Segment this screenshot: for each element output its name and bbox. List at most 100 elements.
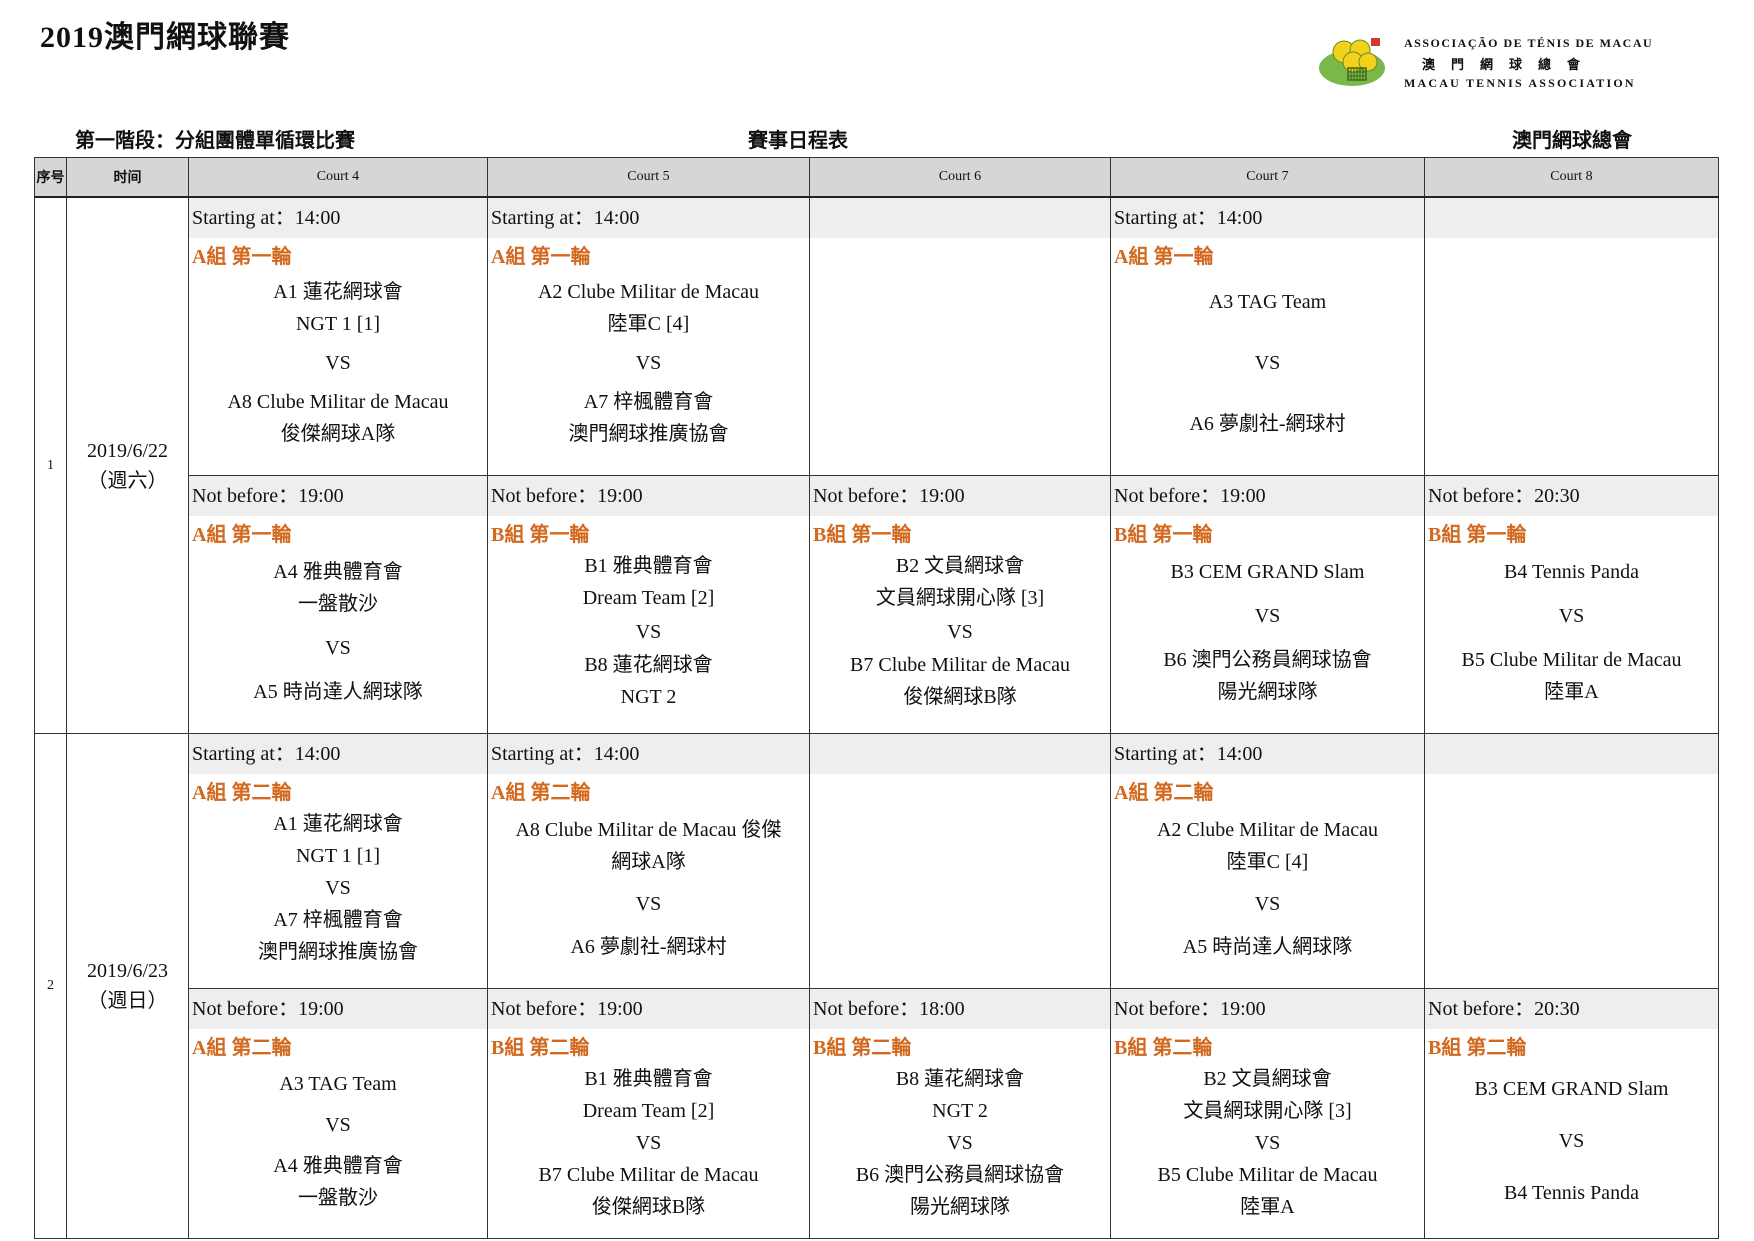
home-team-line: B2 文員網球會 [895,555,1025,578]
away-team: A6 夢劇社-網球村 [488,931,809,963]
match-block [810,774,1110,968]
match-cell: Not before：19:00 B組 第二輪 B2 文員網球會 文員網球開心隊 [3… [1110,987,1425,1240]
home-team: B2 文員網球會 文員網球開心隊 [3] [810,550,1110,614]
schedule-row: 2 2019/6/23 （週日） Starting at：14:00 A組 第二輪 A1 … [34,733,1719,1239]
group-round-label: A組 第二輪 [192,1036,292,1059]
home-team-line: A3 TAG Team [279,1072,397,1095]
home-team: A3 TAG Team [189,1068,487,1100]
match-block: A組 第二輪 A2 Clube Militar de Macau 陸軍C [4] VS… [1111,774,1424,968]
home-team-line: A1 蓮花網球會 [273,280,403,303]
match-cell: Not before：19:00 B組 第二輪 B1 雅典體育會 Dream Team… [487,987,810,1240]
home-team-line: A8 Clube Militar de Macau 俊傑 [515,818,782,841]
match-cell: Starting at：14:00 A組 第二輪 A2 Clube Militar … [1110,733,1425,989]
home-team: B3 CEM GRAND Slam [1425,1073,1718,1105]
versus-label: VS [1254,893,1281,916]
away-team: B5 Clube Militar de Macau 陸軍A [1425,644,1718,708]
association-logo: ASSOCIAÇÃO DE TÉNIS DE MACAU 澳門網球總會 MACA… [1318,30,1708,90]
home-team-line: A1 蓮花網球會 [273,813,403,836]
group-round-label: B組 第二輪 [491,1036,590,1059]
match-cell: Starting at：14:00 A組 第一輪 A1 蓮花網球會 NGT 1 [1]… [188,196,488,476]
away-team-line: 陸軍A [1544,680,1599,703]
home-team-line: 一盤散沙 [298,592,378,615]
day-date: 2019/6/22 [86,439,169,462]
match-cell [1424,196,1719,476]
match-block: B組 第二輪 B8 蓮花網球會 NGT 2 VS B6 澳門公務員網球協會 陽光網球隊 [810,1029,1110,1219]
home-team: B2 文員網球會 文員網球開心隊 [3] [1111,1063,1424,1127]
versus-label: VS [635,893,662,916]
away-team: B7 Clube Militar de Macau 俊傑網球B隊 [488,1159,809,1223]
versus-label: VS [1254,604,1281,627]
group-round-label: A組 第二輪 [192,782,292,805]
away-team-line: B4 Tennis Panda [1504,1181,1639,1204]
header-row: 序号 时间 Court 4 Court 5 Court 6 Court 7 Co… [34,157,1719,198]
home-team-line: Dream Team [2] [582,587,715,610]
logo-english-name: MACAU TENNIS ASSOCIATION [1404,76,1636,90]
home-team-line: A2 Clube Militar de Macau [537,280,760,303]
document-title: 2019澳門網球聯賽 [40,21,290,54]
group-round-label: B組 第二輪 [1114,1036,1213,1059]
away-team-line: A5 時尚達人網球隊 [253,680,423,703]
header-court-5: Court 5 [487,157,810,198]
day-index: 1 [34,196,67,735]
home-team-line: A3 TAG Team [1208,291,1327,314]
match-time: Not before：19:00 [488,475,809,516]
match-cell: Not before：20:30 B組 第二輪 B3 CEM GRAND Slam V… [1424,987,1719,1240]
header-court-8: Court 8 [1424,157,1719,198]
header-index: 序号 [34,157,67,198]
versus-label: VS [1558,604,1585,627]
header-court-7: Court 7 [1110,157,1425,198]
versus-label: VS [325,877,351,900]
stage-heading: 第一階段：分組團體單循環比賽 [75,130,355,152]
away-team-line: A7 梓楓體育會 [273,909,403,932]
away-team-line: 俊傑網球B隊 [591,1195,706,1218]
home-team-line: B2 文員網球會 [1203,1067,1332,1090]
group-round-label: A組 第一輪 [491,246,591,268]
match-time: Starting at：14:00 [189,734,487,775]
home-team-line: NGT 2 [932,1099,988,1122]
match-cell: Not before：19:00 B組 第一輪 B2 文員網球會 文員網球開心隊 [3… [809,474,1111,735]
match-time: Starting at：14:00 [1111,198,1424,238]
versus-label: VS [635,1131,662,1154]
away-team: B6 澳門公務員網球協會 陽光網球隊 [1111,644,1424,708]
match-cell: Not before：19:00 A組 第二輪 A3 TAG Team VS A4 雅典… [188,987,488,1240]
match-time [810,198,1110,238]
header-court-6: Court 6 [809,157,1111,198]
away-team-line: B7 Clube Militar de Macau [538,1163,759,1186]
home-team: A1 蓮花網球會 NGT 1 [1] [189,808,487,872]
match-cell: Not before：19:00 B組 第一輪 B1 雅典體育會 Dream Team… [487,474,810,735]
versus-label: VS [635,620,662,643]
header-time: 时间 [66,157,189,198]
away-team-line: B6 澳門公務員網球協會 [855,1163,1065,1186]
group-round-label: B組 第二輪 [813,1036,912,1059]
group-round-label: A組 第二輪 [1114,782,1214,805]
match-block: B組 第一輪 B3 CEM GRAND Slam VS B6 澳門公務員網球協會 陽光網… [1111,516,1424,714]
organizer-heading: 澳門網球總會 [1512,130,1632,152]
match-block: A組 第二輪 A8 Clube Militar de Macau 俊傑 網球A隊 VS… [488,774,809,968]
versus-label: VS [1254,351,1281,374]
away-team-line: NGT 2 [620,685,677,708]
away-team: A5 時尚達人網球隊 [1111,931,1424,963]
match-block: B組 第一輪 B2 文員網球會 文員網球開心隊 [3] VS B7 Clube Mili… [810,516,1110,714]
day-date-cell: 2019/6/22 （週六） [66,196,189,735]
header-court-4: Court 4 [188,157,488,198]
match-time [1425,734,1718,775]
match-time: Not before：20:30 [1425,988,1718,1029]
away-team: A6 夢劇社-網球村 [1111,408,1424,440]
home-team-line: B3 CEM GRAND Slam [1170,560,1365,583]
away-team-line: 澳門網球推廣協會 [258,941,418,964]
day-date-cell: 2019/6/23 （週日） [66,733,189,1239]
away-team-line: B8 蓮花網球會 [584,653,713,676]
versus-label: VS [325,351,351,374]
versus-label: VS [947,620,973,643]
match-block: A組 第一輪 A3 TAG Team VS A6 夢劇社-網球村 [1111,238,1424,454]
away-team: B6 澳門公務員網球協會 陽光網球隊 [810,1159,1110,1223]
away-team-line: A6 夢劇社-網球村 [1189,412,1346,435]
away-team-line: 俊傑網球A隊 [280,423,396,446]
match-block: B組 第一輪 B4 Tennis Panda VS B5 Clube Militar … [1425,516,1718,714]
match-time: Not before：19:00 [810,475,1110,516]
day-weekday: （週六） [87,469,168,492]
home-team-line: B3 CEM GRAND Slam [1474,1077,1669,1100]
tennis-association-emblem-icon [1319,38,1385,86]
home-team-line: NGT 1 [1] [295,312,381,335]
logo-portuguese-name: ASSOCIAÇÃO DE TÉNIS DE MACAU [1404,36,1654,50]
